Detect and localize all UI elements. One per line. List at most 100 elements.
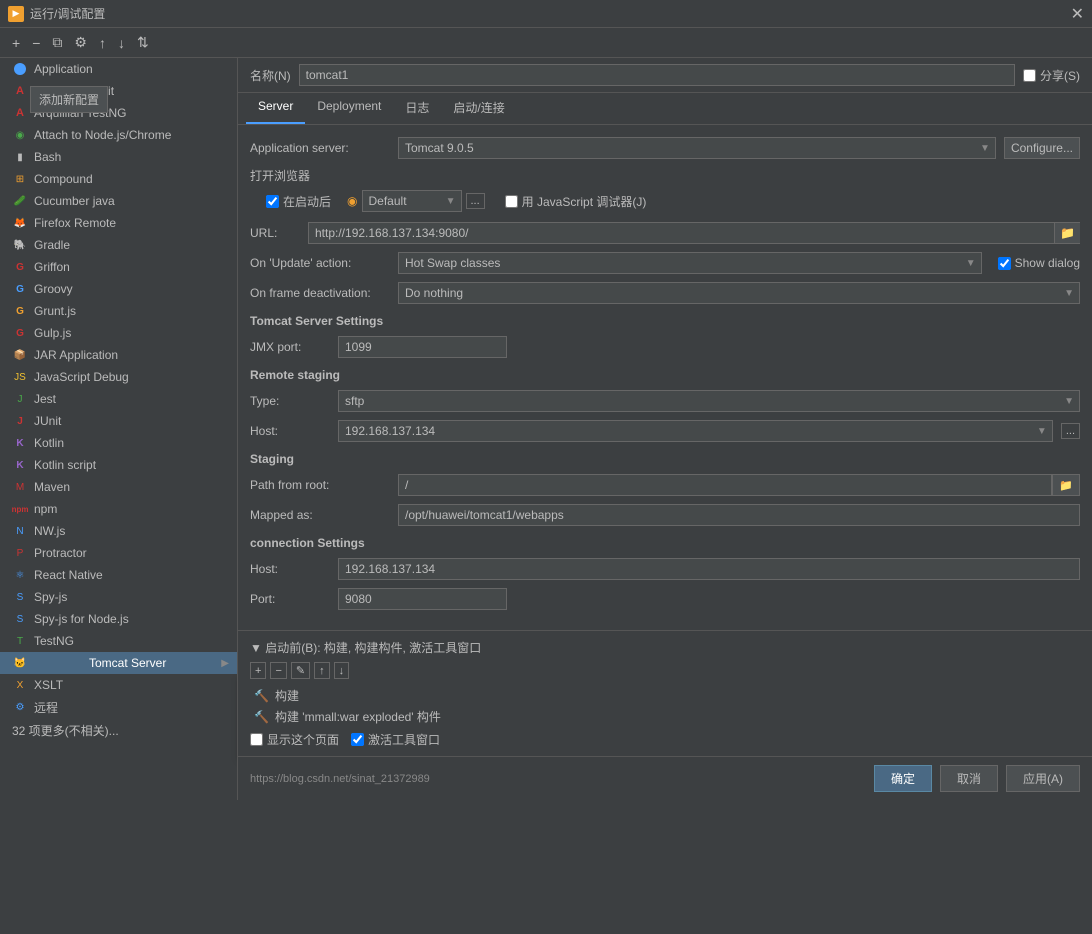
- sidebar-item-protractor[interactable]: P Protractor: [0, 542, 237, 564]
- conn-host-input[interactable]: [338, 558, 1080, 580]
- sidebar-item-gradle[interactable]: 🐘 Gradle: [0, 234, 237, 256]
- sidebar-item-kotlin-script[interactable]: K Kotlin script: [0, 454, 237, 476]
- griffon-icon: G: [12, 259, 28, 275]
- tab-log[interactable]: 日志: [393, 93, 441, 124]
- activate-tool-checkbox-label[interactable]: 激活工具窗口: [351, 731, 440, 748]
- sidebar-item-maven[interactable]: M Maven: [0, 476, 237, 498]
- sidebar-item-react-native[interactable]: ⚛ React Native: [0, 564, 237, 586]
- configure-btn[interactable]: Configure...: [1004, 137, 1080, 159]
- before-launch-up-btn[interactable]: ↑: [314, 662, 330, 679]
- sidebar-item-compound[interactable]: ⊞ Compound: [0, 168, 237, 190]
- sidebar-item-griffon[interactable]: G Griffon: [0, 256, 237, 278]
- sidebar-item-cucumber-java[interactable]: 🥒 Cucumber java: [0, 190, 237, 212]
- footer-link: https://blog.csdn.net/sinat_21372989: [250, 773, 430, 785]
- spy-js-icon: S: [12, 589, 28, 605]
- before-launch-remove-btn[interactable]: −: [270, 662, 286, 679]
- close-btn[interactable]: ✕: [1071, 4, 1084, 24]
- move-down-btn[interactable]: ↓: [114, 33, 129, 53]
- show-page-row: 显示这个页面 激活工具窗口: [250, 731, 1080, 748]
- url-folder-icon[interactable]: 📁: [1054, 223, 1080, 243]
- add-config-btn[interactable]: +: [8, 33, 24, 53]
- activate-tool-checkbox[interactable]: [351, 733, 364, 746]
- after-launch-checkbox-label[interactable]: 在启动后: [266, 193, 331, 210]
- sidebar-item-attach-nodejs[interactable]: ◉ Attach to Node.js/Chrome: [0, 124, 237, 146]
- sidebar-item-groovy[interactable]: G Groovy: [0, 278, 237, 300]
- tab-server[interactable]: Server: [246, 93, 305, 124]
- sidebar-item-spy-js-node[interactable]: S Spy-js for Node.js: [0, 608, 237, 630]
- js-debugger-label[interactable]: 用 JavaScript 调试器(J): [505, 193, 647, 210]
- sidebar-item-more[interactable]: 32 项更多(不相关)...: [0, 719, 237, 742]
- cancel-btn[interactable]: 取消: [940, 765, 998, 792]
- sidebar-item-kotlin[interactable]: K Kotlin: [0, 432, 237, 454]
- remove-config-btn[interactable]: −: [28, 33, 44, 53]
- ok-btn[interactable]: 确定: [874, 765, 932, 792]
- sidebar-item-npm[interactable]: npm npm: [0, 498, 237, 520]
- grunt-icon: G: [12, 303, 28, 319]
- mapped-as-row: Mapped as:: [250, 504, 1080, 526]
- sidebar-item-bash[interactable]: ▮ Bash: [0, 146, 237, 168]
- firefox-icon: 🦊: [12, 215, 28, 231]
- show-page-checkbox[interactable]: [250, 733, 263, 746]
- before-launch-down-btn[interactable]: ↓: [334, 662, 350, 679]
- sidebar-item-tomcat-server[interactable]: 🐱 Tomcat Server ▶: [0, 652, 237, 674]
- conn-host-label: Host:: [250, 562, 330, 576]
- type-select[interactable]: sftp: [338, 390, 1080, 412]
- browser-select[interactable]: Default: [362, 190, 462, 212]
- name-input[interactable]: [299, 64, 1015, 86]
- sidebar-item-gulp-js[interactable]: G Gulp.js: [0, 322, 237, 344]
- spy-js-node-icon: S: [12, 611, 28, 627]
- sort-btn[interactable]: ⇅: [133, 32, 153, 53]
- path-from-root-input[interactable]: [398, 474, 1052, 496]
- testng-icon: T: [12, 633, 28, 649]
- open-browser-label: 打开浏览器: [250, 167, 1080, 184]
- submenu-chevron-icon: ▶: [221, 658, 229, 669]
- show-page-checkbox-label[interactable]: 显示这个页面: [250, 731, 339, 748]
- sidebar-item-grunt-js[interactable]: G Grunt.js: [0, 300, 237, 322]
- tab-deployment[interactable]: Deployment: [305, 93, 393, 124]
- tomcat-settings-header: Tomcat Server Settings: [250, 314, 1080, 328]
- share-checkbox[interactable]: [1023, 69, 1036, 82]
- sidebar-item-remote[interactable]: ⚙ 远程: [0, 696, 237, 719]
- url-input[interactable]: [308, 222, 1080, 244]
- sidebar-item-label: npm: [34, 502, 57, 516]
- copy-config-btn[interactable]: ⧉: [48, 32, 66, 53]
- before-launch-item-build: 🔨 构建: [250, 685, 1080, 706]
- on-frame-deact-row: On frame deactivation: Do nothing ▼: [250, 282, 1080, 304]
- before-launch-edit-btn[interactable]: ✎: [291, 662, 310, 679]
- nwjs-icon: N: [12, 523, 28, 539]
- show-dialog-checkbox[interactable]: [998, 257, 1011, 270]
- sidebar-item-label: Kotlin script: [34, 458, 96, 472]
- sidebar-item-jar-application[interactable]: 📦 JAR Application: [0, 344, 237, 366]
- settings-btn[interactable]: ⚙: [70, 32, 91, 53]
- app-server-select[interactable]: Tomcat 9.0.5: [398, 137, 996, 159]
- browser-extra-btn[interactable]: ...: [466, 193, 485, 209]
- sidebar-item-nwjs[interactable]: N NW.js: [0, 520, 237, 542]
- host-extra-btn[interactable]: ...: [1061, 423, 1080, 439]
- js-debugger-checkbox[interactable]: [505, 195, 518, 208]
- sidebar-item-testng[interactable]: T TestNG: [0, 630, 237, 652]
- staging-header: Staging: [250, 452, 1080, 466]
- apply-btn[interactable]: 应用(A): [1006, 765, 1080, 792]
- host-select[interactable]: 192.168.137.134: [338, 420, 1053, 442]
- before-launch-add-btn[interactable]: +: [250, 662, 266, 679]
- sidebar-item-label: React Native: [34, 568, 103, 582]
- sidebar-item-label: Application: [34, 62, 93, 76]
- sidebar-item-firefox-remote[interactable]: 🦊 Firefox Remote: [0, 212, 237, 234]
- mapped-as-input[interactable]: [398, 504, 1080, 526]
- sidebar-item-label: Spy-js: [34, 590, 67, 604]
- sidebar-item-spy-js[interactable]: S Spy-js: [0, 586, 237, 608]
- move-up-btn[interactable]: ↑: [95, 33, 110, 53]
- sidebar-item-junit[interactable]: J JUnit: [0, 410, 237, 432]
- sidebar-item-javascript-debug[interactable]: JS JavaScript Debug: [0, 366, 237, 388]
- sidebar-item-xslt[interactable]: X XSLT: [0, 674, 237, 696]
- tab-startup[interactable]: 启动/连接: [441, 93, 516, 124]
- on-frame-deact-select[interactable]: Do nothing: [398, 282, 1080, 304]
- after-launch-checkbox[interactable]: [266, 195, 279, 208]
- show-dialog-label[interactable]: Show dialog: [998, 256, 1080, 270]
- sidebar-item-jest[interactable]: J Jest: [0, 388, 237, 410]
- path-folder-btn[interactable]: 📁: [1052, 474, 1080, 496]
- on-update-select[interactable]: Hot Swap classes: [398, 252, 982, 274]
- jmx-port-input[interactable]: [338, 336, 507, 358]
- port-input[interactable]: [338, 588, 507, 610]
- sidebar-item-application[interactable]: Application: [0, 58, 237, 80]
